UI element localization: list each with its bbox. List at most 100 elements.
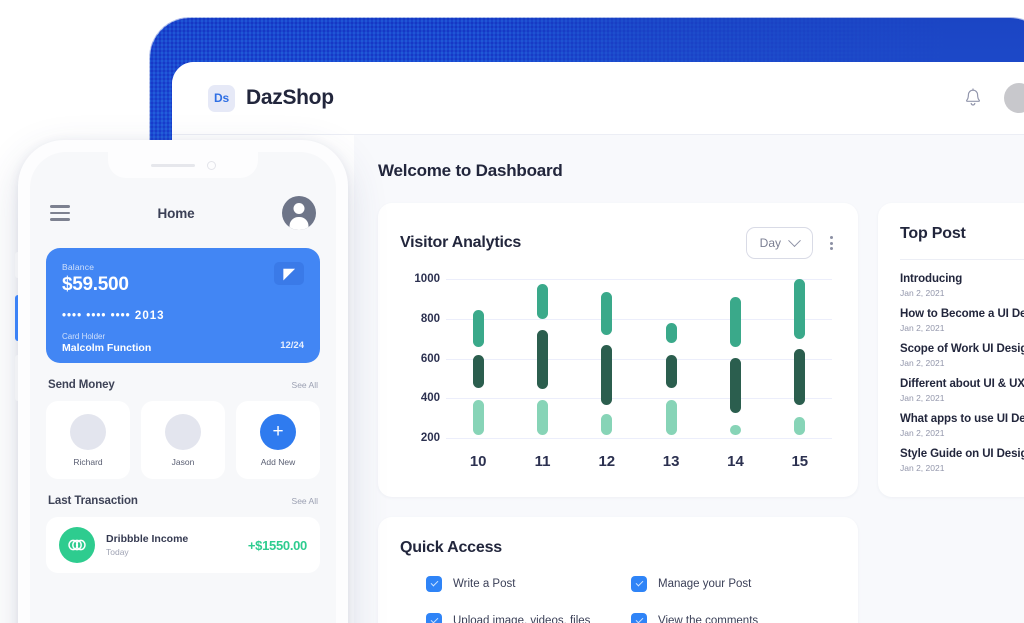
list-item[interactable]: Different about UI & UX Jan 2, 2021	[900, 378, 1024, 403]
quick-access-item[interactable]: Manage your Post	[631, 576, 836, 592]
list-item[interactable]: How to Become a UI DesignerJan 2, 2021	[900, 308, 1024, 333]
chart-column[interactable]	[510, 277, 574, 442]
list-item[interactable]: Style Guide on UI DesignJan 2, 2021	[900, 448, 1024, 473]
chart-bar-segment	[794, 349, 805, 406]
chart-column[interactable]	[575, 277, 639, 442]
hamburger-menu-icon[interactable]	[50, 205, 70, 221]
quick-access-item[interactable]: Write a Post	[426, 576, 631, 592]
chart-x-tick: 12	[575, 453, 639, 470]
phone-volume-up-button	[15, 295, 18, 341]
phone-speaker	[151, 164, 195, 167]
phone-camera-icon	[207, 161, 216, 170]
card-number-last4: 2013	[135, 310, 165, 322]
checkbox-checked-icon[interactable]	[631, 576, 647, 592]
phone-page-title: Home	[70, 206, 282, 221]
quick-access-label: View the comments	[658, 615, 758, 623]
top-post-card: Top Post IntroducingJan 2, 2021 How to Be…	[878, 203, 1024, 497]
list-item[interactable]: Scope of Work UI DesignerJan 2, 2021	[900, 343, 1024, 368]
chart-x-tick: 14	[703, 453, 767, 470]
quick-access-item[interactable]: Upload image, videos, files	[426, 613, 631, 623]
chart-bar-segment	[730, 297, 741, 347]
main-content: Welcome to Dashboard Visitor Analytics D…	[354, 135, 1024, 623]
post-date: Jan 2, 2021	[900, 358, 1024, 368]
add-new-contact-button[interactable]: + Add New	[236, 401, 320, 479]
post-title: How to Become a UI Designer	[900, 308, 1024, 320]
phone-screen: Home Balance $59.500 ◤ •••• •••• •••• 20…	[30, 152, 336, 623]
chart-column[interactable]	[446, 277, 510, 442]
quick-access-label: Write a Post	[453, 578, 515, 590]
chart-y-tick: 600	[421, 353, 440, 365]
chart-column[interactable]	[703, 277, 767, 442]
transaction-name: Dribbble Income	[106, 533, 188, 545]
post-title: What apps to use UI Designer	[900, 413, 1024, 425]
chart-bar-segment	[794, 417, 805, 435]
last-transaction-see-all[interactable]: See All	[292, 496, 318, 506]
chart-bar-segment	[537, 400, 548, 435]
contact-avatar	[70, 414, 106, 450]
checkbox-checked-icon[interactable]	[426, 576, 442, 592]
balance-card: Balance $59.500 ◤ •••• •••• •••• 2013 Ca…	[46, 248, 320, 363]
dashboard-row: Visitor Analytics Day 1000800600400200	[378, 203, 1024, 497]
quick-access-label: Manage your Post	[658, 578, 751, 590]
post-date: Jan 2, 2021	[900, 463, 1024, 473]
post-date: Jan 2, 2021	[900, 288, 1024, 298]
top-post-title: Top Post	[878, 225, 1024, 243]
quick-access-grid: Write a Post Manage your Post Upload image…	[400, 576, 836, 623]
phone-mockup: Home Balance $59.500 ◤ •••• •••• •••• 20…	[18, 140, 348, 623]
quick-access-title: Quick Access	[400, 539, 836, 557]
analytics-header: Visitor Analytics Day	[400, 227, 836, 259]
analytics-tools: Day	[746, 227, 836, 259]
chart-bar-segment	[601, 414, 612, 435]
card-holder-label: Card Holder	[62, 332, 105, 341]
phone-silent-switch	[15, 252, 18, 278]
brand[interactable]: Ds DazShop	[208, 85, 334, 112]
contact-name: Add New	[261, 457, 296, 467]
card-holder-name: Malcolm Function	[62, 342, 151, 354]
checkbox-checked-icon[interactable]	[426, 613, 442, 623]
contact-name: Richard	[73, 457, 102, 467]
contact-name: Jason	[172, 457, 195, 467]
chart-plot-area	[446, 277, 832, 442]
transaction-info: Dribbble IncomeToday	[106, 533, 188, 557]
card-number-masked: •••• •••• ••••	[62, 310, 131, 322]
range-select-label: Day	[760, 236, 781, 250]
card-brand-logo: ◤	[274, 262, 304, 285]
chart-y-tick: 200	[421, 432, 440, 444]
transaction-row[interactable]: Dribbble IncomeToday+$1550.00	[46, 517, 320, 573]
send-money-contacts: Richard Jason + Add New	[30, 401, 336, 479]
contact-item[interactable]: Jason	[141, 401, 225, 479]
chart-bar-segment	[666, 355, 677, 389]
bell-icon[interactable]	[964, 88, 982, 108]
chart-y-tick: 800	[421, 313, 440, 325]
send-money-see-all[interactable]: See All	[292, 380, 318, 390]
quick-access-card: Quick Access Write a Post Manage your Pos…	[378, 517, 858, 623]
list-item[interactable]: IntroducingJan 2, 2021	[900, 273, 1024, 298]
balance-value: $59.500	[62, 274, 304, 296]
range-select[interactable]: Day	[746, 227, 813, 259]
post-date: Jan 2, 2021	[900, 393, 1024, 403]
chart-column[interactable]	[639, 277, 703, 442]
app-topbar: Ds DazShop	[172, 62, 1024, 135]
chart-bar-segment	[473, 400, 484, 435]
chart-column[interactable]	[768, 277, 832, 442]
quick-access-label: Upload image, videos, files	[453, 615, 590, 623]
chart-y-tick: 1000	[414, 273, 440, 285]
post-title: Different about UI & UX	[900, 378, 1024, 390]
quick-access-item[interactable]: View the comments	[631, 613, 836, 623]
plus-icon: +	[260, 414, 296, 450]
chart-bar-segment	[473, 355, 484, 389]
more-vertical-icon[interactable]	[827, 232, 836, 254]
chart-bar-segment	[794, 279, 805, 339]
contact-item[interactable]: Richard	[46, 401, 130, 479]
topbar-actions	[964, 83, 1024, 113]
analytics-title: Visitor Analytics	[400, 234, 521, 252]
chart-bar-segment	[537, 330, 548, 390]
brand-name: DazShop	[246, 86, 334, 110]
user-avatar[interactable]	[1004, 83, 1024, 113]
user-avatar-icon[interactable]	[282, 196, 316, 230]
list-item[interactable]: What apps to use UI DesignerJan 2, 2021	[900, 413, 1024, 438]
brand-logo-badge: Ds	[208, 85, 235, 112]
screenshot-stage: Ds DazShop Welcome to Dashboard	[0, 0, 1024, 623]
checkbox-checked-icon[interactable]	[631, 613, 647, 623]
chart-y-axis: 1000800600400200	[400, 277, 440, 442]
